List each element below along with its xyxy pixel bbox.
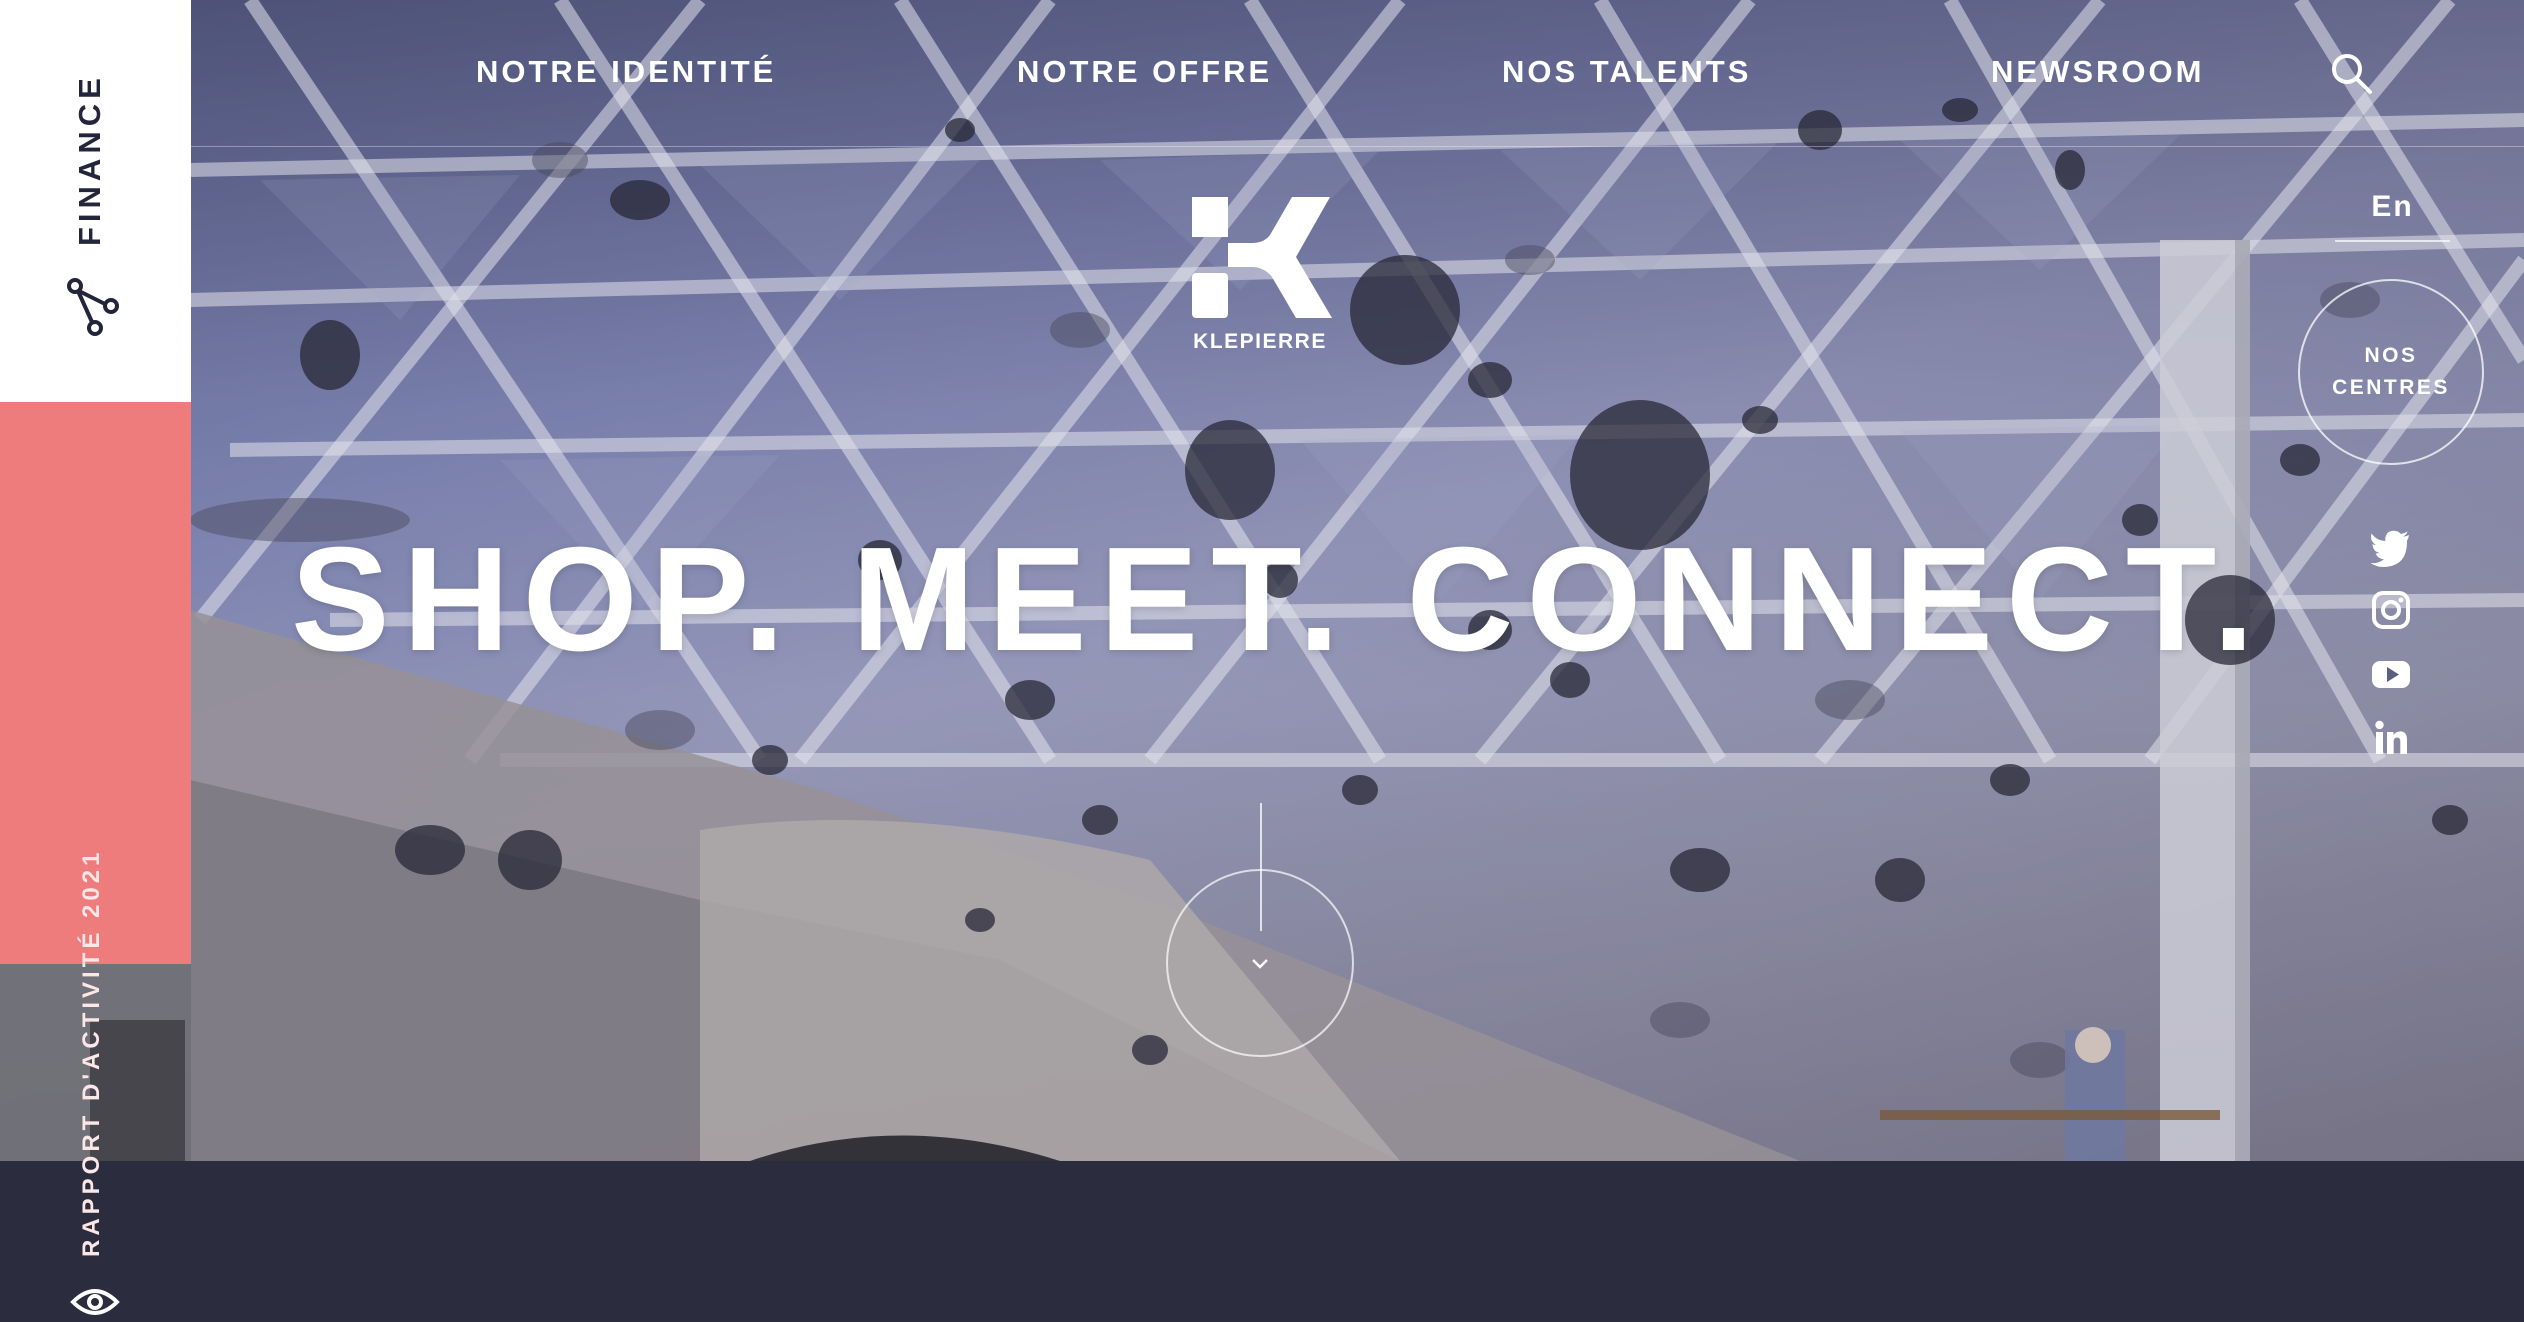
top-navigation: NOTRE IDENTITÉ NOTRE OFFRE NOS TALENTS N… bbox=[191, 0, 2524, 147]
nos-centres-button[interactable]: NOS CENTRES bbox=[2298, 279, 2484, 465]
search-icon[interactable] bbox=[2330, 52, 2374, 96]
report-label[interactable]: RAPPORT D'ACTIVITÉ 2021 bbox=[78, 849, 106, 1257]
chevron-down-icon bbox=[1252, 959, 1268, 969]
nav-item-offre[interactable]: NOTRE OFFRE bbox=[1017, 54, 1272, 90]
language-switch[interactable]: En bbox=[2335, 190, 2450, 242]
twitter-icon[interactable] bbox=[2371, 527, 2411, 567]
sidebar-finance-panel[interactable]: FINANCE bbox=[0, 0, 191, 402]
nav-item-talents[interactable]: NOS TALENTS bbox=[1502, 54, 1751, 90]
scroll-down-button[interactable] bbox=[1165, 868, 1355, 1058]
finance-label[interactable]: FINANCE bbox=[72, 73, 108, 246]
nav-item-identite[interactable]: NOTRE IDENTITÉ bbox=[476, 54, 776, 90]
youtube-icon[interactable] bbox=[2371, 654, 2411, 694]
sidebar-report-panel[interactable]: RAPPORT D'ACTIVITÉ 2021 bbox=[0, 402, 191, 1315]
nav-item-newsroom[interactable]: NEWSROOM bbox=[1991, 54, 2204, 90]
centres-label-line1: NOS bbox=[2364, 344, 2418, 367]
eye-icon bbox=[70, 1289, 120, 1315]
instagram-icon[interactable] bbox=[2371, 590, 2411, 630]
klepierre-logo-icon[interactable] bbox=[1192, 195, 1332, 320]
share-nodes-icon bbox=[67, 278, 119, 336]
linkedin-icon[interactable] bbox=[2371, 718, 2411, 758]
centres-label-line2: CENTRES bbox=[2332, 376, 2450, 399]
hero-headline: SHOP. MEET. CONNECT. bbox=[291, 517, 2268, 682]
logo-wordmark[interactable]: KLEPIERRE bbox=[1190, 330, 1330, 354]
